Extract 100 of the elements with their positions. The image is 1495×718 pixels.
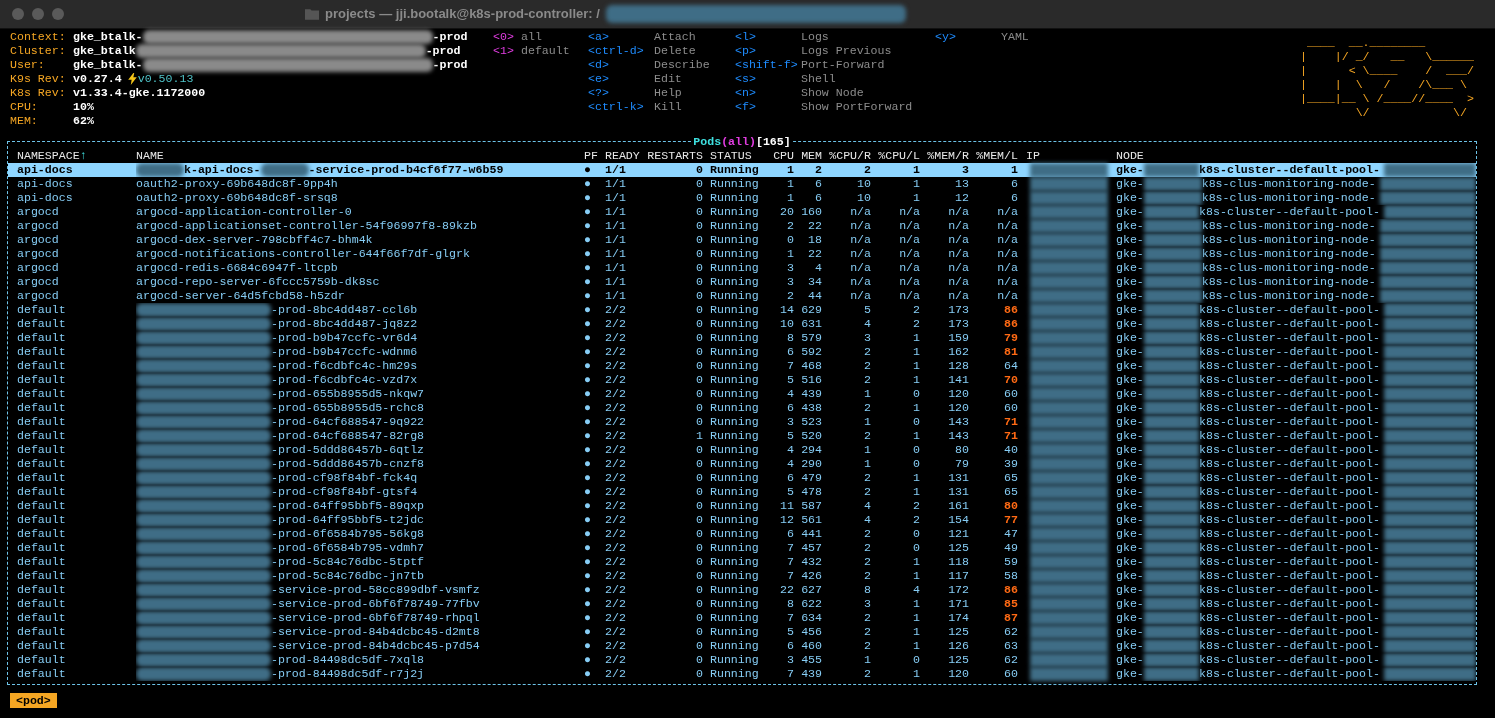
table-row[interactable]: default -prod-84498dc5df-r7j2j ● 2/2 0 Running 7 439 2 1 120 60 gke- k8s-cluster--default-pool- [8,667,1476,681]
info-value: gke_btalk- [73,30,143,44]
table-row[interactable]: default -prod-5c84c76dbc-jn7tb ● 2/2 0 Running 7 426 2 1 117 58 gke- k8s-cluster--default-pool- [8,569,1476,583]
table-cell-text: Running [710,191,760,205]
table-row[interactable]: default -prod-cf98f84bf-fck4q ● 2/2 0 Running 6 479 2 1 131 65 gke- k8s-cluster--default-pool- [8,471,1476,485]
table-cell-text: 1 [786,191,794,205]
column-header[interactable]: STATUS [710,149,766,163]
column-header[interactable]: NAMESPACE↑ [17,149,136,163]
table-row[interactable]: default -service-prod-84b4dcbc45-d2mt8 ● 2/2 0 Running 5 456 2 1 125 62 gke- k8s-cluster--default-pool- [8,625,1476,639]
table-row[interactable]: default -prod-5ddd86457b-6qtlz ● 2/2 0 Running 4 294 1 0 80 40 gke- k8s-cluster--default-pool- [8,443,1476,457]
table-row[interactable]: default -service-prod-84b4dcbc45-p7d54 ● 2/2 0 Running 6 460 2 1 126 63 gke- k8s-cluster--default-pool- [8,639,1476,653]
table-row[interactable]: default -prod-5c84c76dbc-5tptf ● 2/2 0 Running 7 432 2 1 118 59 gke- k8s-cluster--default-pool- [8,555,1476,569]
table-row[interactable]: default -prod-5ddd86457b-cnzf8 ● 2/2 0 Running 4 290 1 0 79 39 gke- k8s-cluster--default-pool- [8,457,1476,471]
column-header[interactable]: %CPU/R [822,149,871,163]
table-cell-text: 468 [800,359,822,373]
table-row[interactable]: argocd argocd-applicationset-controller-54f96997f8-89kzb ● 1/1 0 Running 2 22 n/a n/a n/a n/a gke- k8s-clus-monitoring-node- [8,219,1476,233]
close-button[interactable] [12,8,24,20]
breadcrumb[interactable]: <pod> [10,693,57,708]
table-cell-text: 1 [912,485,920,499]
table-cell-text: default [17,485,67,499]
blur-mask [1143,387,1200,401]
table-cell-text: 2 [912,499,920,513]
table-row[interactable]: default -prod-f6cdbfc4c-vzd7x ● 2/2 0 Running 5 516 2 1 141 70 gke- k8s-cluster--default-pool- [8,373,1476,387]
table-cell-text: 0 [695,303,704,317]
column-header[interactable]: %MEM/L [969,149,1018,163]
table-cell: gke- [1116,443,1144,457]
column-header[interactable]: PF [584,149,605,163]
table-row[interactable]: default -prod-6f6584b795-vdmh7 ● 2/2 0 Running 7 457 2 0 125 49 gke- k8s-cluster--default-pool- [8,541,1476,555]
table-cell-text: 2/2 [605,513,627,527]
column-header[interactable]: RESTARTS [647,149,710,163]
table-row[interactable]: argocd argocd-notifications-controller-644f66f7df-glgrk ● 1/1 0 Running 1 22 n/a n/a n/a n/a gke- k8s-clus-monitoring-node- [8,247,1476,261]
table-row[interactable]: default -service-prod-6bf6f78749-rhpql ● 2/2 0 Running 7 634 2 1 174 87 gke- k8s-cluster--default-pool- [8,611,1476,625]
column-header[interactable]: READY [605,149,647,163]
table-row[interactable]: argocd argocd-application-controller-0 ● 1/1 0 Running 20 160 n/a n/a n/a n/a gke- k8s-cluster--default-pool- [8,205,1476,219]
column-header[interactable]: NAME [136,149,584,163]
table-cell-text: 2/2 [605,541,627,555]
table-cell: gke- [1116,583,1144,597]
table-cell-text: Running [710,625,760,639]
table-row[interactable]: default -prod-655b8955d5-rchc8 ● 2/2 0 Running 6 438 2 1 120 60 gke- k8s-cluster--default-pool- [8,401,1476,415]
table-cell-text: 1 [912,639,920,653]
table-row[interactable]: default -prod-6f6584b795-56kg8 ● 2/2 0 Running 6 441 2 0 121 47 gke- k8s-cluster--default-pool- [8,527,1476,541]
table-cell-text: n/a [898,233,920,247]
table-cell: -prod-5c84c76dbc-5tptf [271,555,425,569]
table-row[interactable]: default -prod-64ff95bbf5-t2jdc ● 2/2 0 Running 12 561 4 2 154 77 gke- k8s-cluster--default-pool- [8,513,1476,527]
table-cell: gke- [1116,625,1144,639]
blur-mask [1143,275,1202,289]
zoom-button[interactable] [52,8,64,20]
table-row[interactable]: default -prod-64cf688547-82rg8 ● 2/2 1 Running 5 520 2 1 143 71 gke- k8s-cluster--default-pool- [8,429,1476,443]
table-cell-text: Running [710,541,760,555]
table-row[interactable]: default -prod-84498dc5df-7xql8 ● 2/2 0 Running 3 455 1 0 125 62 gke- k8s-cluster--default-pool- [8,653,1476,667]
column-header[interactable]: NODE [1116,149,1476,163]
blur-mask [1143,177,1202,191]
table-row[interactable]: default -service-prod-58cc899dbf-vsmfz ● 2/2 0 Running 22 627 8 4 172 86 gke- k8s-cluster--default-pool- [8,583,1476,597]
table-row[interactable]: default -prod-f6cdbfc4c-hm29s ● 2/2 0 Running 7 468 2 1 128 64 gke- k8s-cluster--default-pool- [8,359,1476,373]
table-row[interactable]: argocd argocd-repo-server-6fccc5759b-dk8sc ● 1/1 0 Running 3 34 n/a n/a n/a n/a gke- k8s-clus-monitoring-node- [8,275,1476,289]
table-row[interactable]: default -prod-64ff95bbf5-89qxp ● 2/2 0 Running 11 587 4 2 161 80 gke- k8s-cluster--default-pool- [8,499,1476,513]
minimize-button[interactable] [32,8,44,20]
table-cell-text: default [17,401,67,415]
blur-mask [1143,513,1200,527]
table-row[interactable]: default -prod-cf98f84bf-gtsf4 ● 2/2 0 Running 5 478 2 1 131 65 gke- k8s-cluster--default-pool- [8,485,1476,499]
column-header[interactable]: %MEM/R [920,149,969,163]
table-row[interactable]: default -prod-64cf688547-9q922 ● 2/2 0 Running 3 523 1 0 143 71 gke- k8s-cluster--default-pool- [8,415,1476,429]
table-cell: gke- [1116,163,1144,177]
table-row[interactable]: argocd argocd-redis-6684c6947f-ltcpb ● 1/1 0 Running 3 4 n/a n/a n/a n/a gke- k8s-clus-monitoring-node- [8,261,1476,275]
table-cell-text: 426 [800,569,822,583]
table-cell-text: 3 [786,261,794,275]
table-row[interactable]: api-docs k-api-docs- -service-prod-b4cf6f77-w6b59 ● 1/1 0 Running 1 2 2 1 3 1 gke- k8s-cluster--default-pool- [8,163,1476,177]
table-cell-text: 1 [695,429,704,443]
column-header[interactable]: MEM [794,149,822,163]
shortcut-key: <l> [735,30,801,44]
table-cell-text: 1 [786,247,794,261]
status-dot: ● [584,163,592,177]
table-row[interactable]: default -service-prod-6bf6f78749-77fbv ● 2/2 0 Running 8 622 3 1 171 85 gke- k8s-cluster--default-pool- [8,597,1476,611]
info-value: 10% [73,100,94,114]
table-row[interactable]: api-docs oauth2-proxy-69b648dc8f-9pp4h ● 1/1 0 Running 1 6 10 1 13 6 gke- k8s-clus-monitoring-node- [8,177,1476,191]
table-row[interactable]: default -prod-b9b47ccfc-vr6d4 ● 2/2 0 Running 8 579 3 1 159 79 gke- k8s-cluster--default-pool- [8,331,1476,345]
shortcut-label: Show PortForward [801,100,913,114]
table-cell-text: 0 [695,373,704,387]
table-row[interactable]: default -prod-655b8955d5-nkqw7 ● 2/2 0 Running 4 439 1 0 120 60 gke- k8s-cluster--default-pool- [8,387,1476,401]
table-row[interactable]: api-docs oauth2-proxy-69b648dc8f-srsq8 ● 1/1 0 Running 1 6 10 1 12 6 gke- k8s-clus-monitoring-node- [8,191,1476,205]
table-cell-text: 64 [1003,359,1018,373]
table-row[interactable]: argocd argocd-dex-server-798cbff4c7-bhm4k ● 1/1 0 Running 0 18 n/a n/a n/a n/a gke- k8s-clus-monitoring-node- [8,233,1476,247]
table-cell-text: 2 [786,219,794,233]
table-cell-text: 1 [912,625,920,639]
table-row[interactable]: argocd argocd-server-64d5fcbd58-h5zdr ● 1/1 0 Running 2 44 n/a n/a n/a n/a gke- k8s-clus-monitoring-node- [8,289,1476,303]
column-header[interactable]: %CPU/L [871,149,920,163]
table-cell: -service-prod-84b4dcbc45-p7d54 [271,639,480,653]
blur-mask [260,163,309,177]
table-row[interactable]: default -prod-8bc4dd487-ccl6b ● 2/2 0 Running 14 629 5 2 173 86 gke- k8s-cluster--default-pool- [8,303,1476,317]
table-cell-text: n/a [849,233,871,247]
shortcut-label: default [521,44,570,58]
column-header[interactable]: CPU [766,149,794,163]
table-row[interactable]: default -prod-8bc4dd487-jq8z2 ● 2/2 0 Running 10 631 4 2 173 86 gke- k8s-cluster--default-pool- [8,317,1476,331]
table-cell: -prod-cf98f84bf-fck4q [271,471,418,485]
column-header[interactable]: IP [1018,149,1116,163]
table-cell-text: Running [710,597,760,611]
table-cell-text: 79 [954,457,969,471]
table-cell-text: default [17,303,67,317]
table-cell-text: n/a [849,261,871,275]
table-row[interactable]: default -prod-b9b47ccfc-wdnm6 ● 2/2 0 Running 6 592 2 1 162 81 gke- k8s-cluster--default-pool- [8,345,1476,359]
